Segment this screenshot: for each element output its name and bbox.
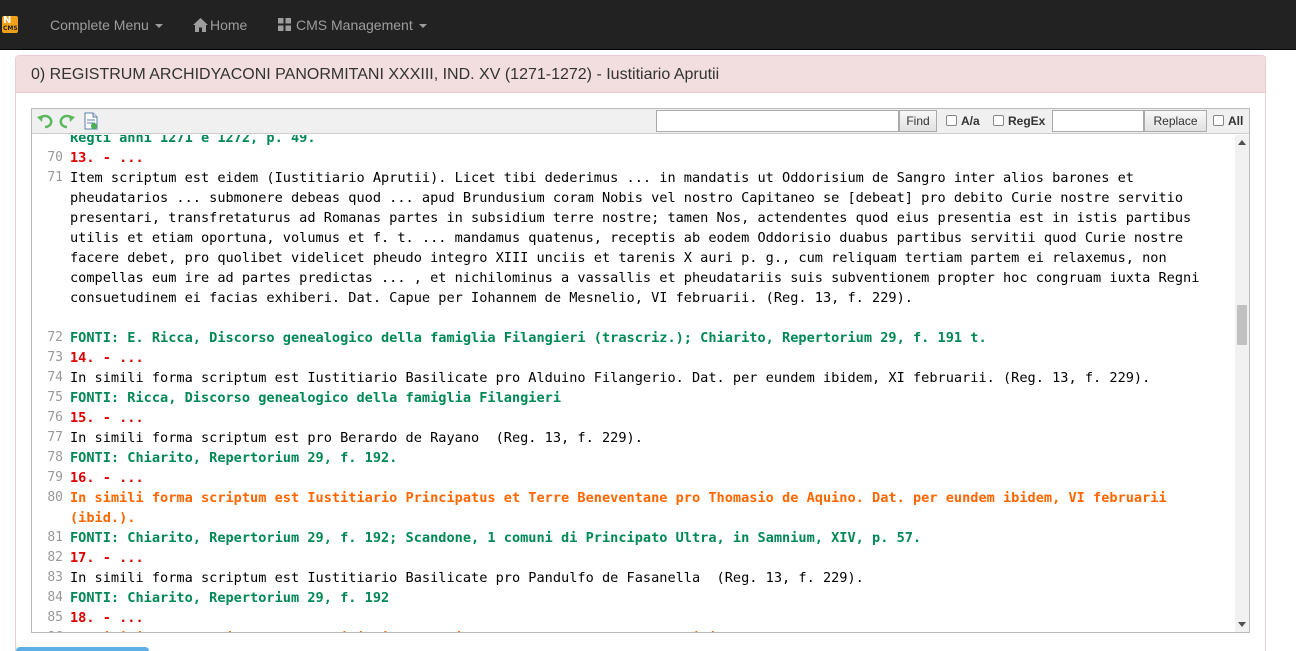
complete-menu-dropdown[interactable]: Complete Menu bbox=[50, 0, 163, 50]
regex-checkbox[interactable] bbox=[993, 115, 1004, 126]
line-number: 71 bbox=[47, 170, 63, 185]
line-text[interactable]: Regti anni 1271 e 1272, p. 49. bbox=[70, 135, 1232, 148]
line-text[interactable]: In simili forma scriptum est Iustitiario… bbox=[70, 628, 1232, 632]
regex-label: RegEx bbox=[1008, 114, 1046, 128]
replace-input[interactable] bbox=[1052, 110, 1144, 132]
line-text[interactable]: FONTI: E. Ricca, Discorso genealogico de… bbox=[70, 328, 1232, 348]
home-icon bbox=[193, 18, 208, 32]
replace-button[interactable]: Replace bbox=[1144, 110, 1207, 132]
line-text[interactable]: In simili forma scriptum est Iustitiario… bbox=[70, 568, 1232, 588]
cms-management-label: CMS Management bbox=[296, 17, 413, 33]
line-text[interactable]: 13. - ... bbox=[70, 148, 1232, 168]
line-text[interactable]: Item scriptum est eidem (Iustitiario Apr… bbox=[70, 168, 1232, 308]
line-text[interactable]: 16. - ... bbox=[70, 468, 1232, 488]
replace-all-label: All bbox=[1228, 114, 1244, 128]
top-navbar: N CMS Complete Menu Home CMS Management bbox=[0, 0, 1296, 50]
line-number: 76 bbox=[47, 410, 63, 425]
line-number: 83 bbox=[47, 570, 63, 585]
code-editor: Find A/a RegEx Replace All Regti anni 12… bbox=[31, 108, 1250, 633]
line-number: 78 bbox=[47, 450, 63, 465]
line-text[interactable]: 17. - ... bbox=[70, 548, 1232, 568]
line-number: 70 bbox=[47, 150, 63, 165]
line-text[interactable]: In simili forma scriptum est Iustitiario… bbox=[70, 488, 1232, 528]
scroll-down-icon[interactable] bbox=[1238, 622, 1246, 627]
line-text[interactable]: In simili forma scriptum est pro Berardo… bbox=[70, 428, 1232, 448]
line-text[interactable]: FONTI: Chiarito, Repertorium 29, f. 192. bbox=[70, 448, 1232, 468]
line-number: 82 bbox=[47, 550, 63, 565]
scrollbar-thumb[interactable] bbox=[1237, 305, 1247, 345]
line-text[interactable]: 15. - ... bbox=[70, 408, 1232, 428]
undo-icon[interactable] bbox=[36, 112, 54, 130]
line-text[interactable]: FONTI: Chiarito, Repertorium 29, f. 192 bbox=[70, 588, 1232, 608]
line-number: 74 bbox=[47, 370, 63, 385]
line-text[interactable]: FONTI: Chiarito, Repertorium 29, f. 192;… bbox=[70, 528, 1232, 548]
line-number: 79 bbox=[47, 470, 63, 485]
complete-menu-label: Complete Menu bbox=[50, 17, 149, 33]
scroll-up-icon[interactable] bbox=[1238, 140, 1246, 145]
cms-management-dropdown[interactable]: CMS Management bbox=[278, 0, 427, 50]
line-number: 73 bbox=[47, 350, 63, 365]
line-number: 81 bbox=[47, 530, 63, 545]
line-text[interactable]: 18. - ... bbox=[70, 608, 1232, 628]
case-sensitive-label: A/a bbox=[961, 114, 980, 128]
redo-icon[interactable] bbox=[58, 112, 76, 130]
line-number: 72 bbox=[47, 330, 63, 345]
bottom-action-button[interactable] bbox=[16, 647, 149, 651]
document-icon[interactable] bbox=[82, 112, 100, 130]
case-sensitive-checkbox[interactable] bbox=[946, 115, 957, 126]
find-input[interactable] bbox=[656, 110, 899, 132]
home-link[interactable]: Home bbox=[193, 0, 247, 50]
home-label: Home bbox=[210, 17, 248, 33]
panel-title: 0) REGISTRUM ARCHIDYACONI PANORMITANI XX… bbox=[16, 56, 1265, 93]
replace-all-checkbox[interactable] bbox=[1213, 115, 1224, 126]
find-button[interactable]: Find bbox=[899, 110, 937, 132]
logo-bottom-text: CMS bbox=[3, 25, 18, 32]
line-number: 75 bbox=[47, 390, 63, 405]
line-text[interactable]: 14. - ... bbox=[70, 348, 1232, 368]
line-number: 85 bbox=[47, 610, 63, 625]
line-number: 86 bbox=[32, 628, 63, 632]
line-number: 77 bbox=[47, 430, 63, 445]
grid-icon bbox=[278, 18, 291, 31]
caret-down-icon bbox=[154, 24, 163, 29]
line-number: 84 bbox=[47, 590, 63, 605]
line-number: 80 bbox=[47, 490, 63, 505]
vertical-scrollbar[interactable] bbox=[1235, 135, 1249, 632]
line-text[interactable]: In simili forma scriptum est Iustitiario… bbox=[70, 368, 1232, 388]
code-text-area[interactable]: Regti anni 1271 e 1272, p. 49. 70 13. - ..… bbox=[32, 135, 1234, 632]
editor-toolbar: Find A/a RegEx Replace All bbox=[32, 109, 1249, 134]
caret-down-icon bbox=[418, 24, 427, 29]
cms-logo-icon[interactable]: N CMS bbox=[2, 16, 18, 33]
line-text[interactable]: FONTI: Ricca, Discorso genealogico della… bbox=[70, 388, 1232, 408]
